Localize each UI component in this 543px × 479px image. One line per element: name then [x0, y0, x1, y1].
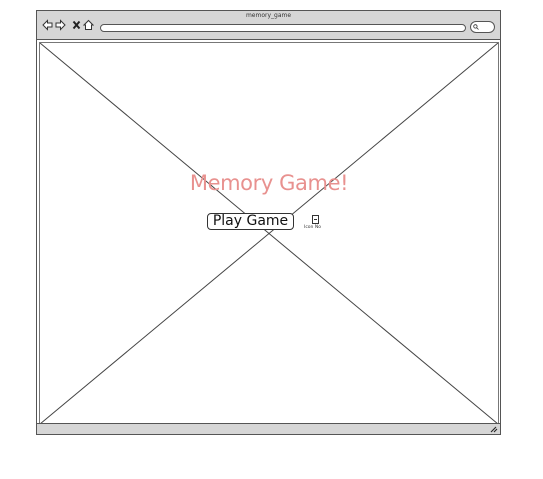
page-viewport: Memory Game! Play Game Icon No: [39, 42, 499, 425]
address-bar[interactable]: [100, 24, 466, 32]
browser-statusbar: [37, 423, 500, 434]
page-heading: Memory Game!: [189, 171, 349, 195]
browser-window: memory_game Memory Game! Play Game Icon …: [36, 10, 501, 435]
home-icon[interactable]: [83, 19, 94, 31]
close-icon[interactable]: [71, 19, 82, 31]
back-icon[interactable]: [42, 19, 53, 31]
image-placeholder-cross: [40, 43, 498, 424]
image-placeholder-icon: [312, 215, 319, 224]
browser-titlebar: memory_game: [37, 11, 500, 40]
window-title: memory_game: [245, 12, 292, 19]
icon-caption: Icon No: [304, 225, 321, 230]
resize-icon[interactable]: [490, 426, 498, 433]
forward-icon[interactable]: [55, 19, 66, 31]
browser-search-field[interactable]: [470, 21, 495, 33]
play-game-button[interactable]: Play Game: [207, 213, 294, 230]
search-icon: [473, 24, 479, 30]
